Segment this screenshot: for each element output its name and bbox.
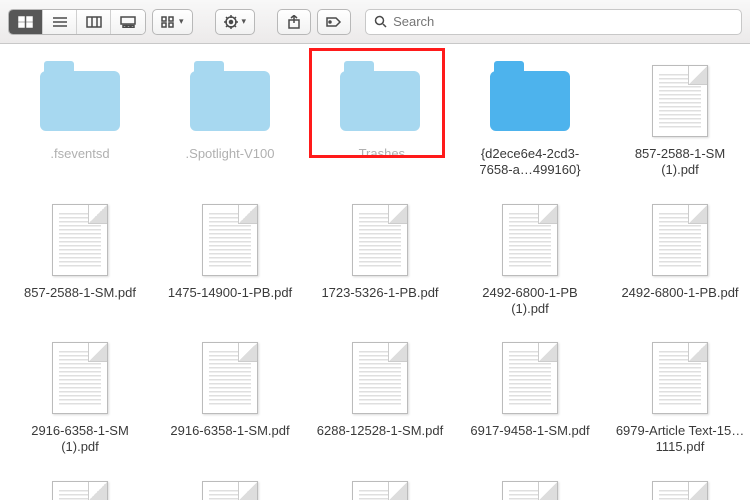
tags-button[interactable] — [317, 9, 351, 35]
document-icon — [52, 342, 108, 414]
file-item[interactable]: 6979-Article Text-15…1115.pdf — [610, 339, 750, 456]
file-label: 1723-5326-1-PB.pdf — [321, 285, 438, 301]
file-item[interactable]: 857-2588-1-SM (1).pdf — [610, 62, 750, 179]
view-list-button[interactable] — [43, 10, 77, 34]
folder-icon — [340, 71, 420, 131]
document-icon — [652, 481, 708, 500]
file-label: {d2ece6e4-2cd3-7658-a…499160} — [465, 146, 595, 179]
file-item[interactable] — [610, 478, 750, 500]
file-item[interactable]: .Trashes — [310, 62, 450, 179]
document-icon — [652, 342, 708, 414]
document-icon — [652, 204, 708, 276]
file-label: 2916-6358-1-SM (1).pdf — [15, 423, 145, 456]
folder-icon — [490, 71, 570, 131]
chevron-down-icon: ▾ — [242, 16, 247, 27]
file-item[interactable]: {d2ece6e4-2cd3-7658-a…499160} — [460, 62, 600, 179]
action-menu-button[interactable]: ▾ — [215, 9, 256, 35]
file-label: 2916-6358-1-SM.pdf — [170, 423, 289, 439]
toolbar: ▾ ▾ — [0, 0, 750, 44]
document-icon — [502, 481, 558, 500]
file-label: 6979-Article Text-15…1115.pdf — [615, 423, 745, 456]
file-label: .Spotlight-V100 — [186, 146, 275, 162]
file-label: 6917-9458-1-SM.pdf — [470, 423, 589, 439]
search-field-wrap — [365, 9, 742, 35]
file-item[interactable]: 2492-6800-1-PB (1).pdf — [460, 201, 600, 318]
file-item[interactable] — [310, 478, 450, 500]
search-input[interactable] — [393, 14, 733, 29]
document-icon — [352, 481, 408, 500]
file-item[interactable] — [460, 478, 600, 500]
file-item[interactable]: 2492-6800-1-PB.pdf — [610, 201, 750, 318]
view-mode-group — [8, 9, 146, 35]
file-item[interactable]: 6288-12528-1-SM.pdf — [310, 339, 450, 456]
folder-icon — [40, 71, 120, 131]
file-item[interactable]: .fseventsd — [10, 62, 150, 179]
document-icon — [202, 204, 258, 276]
file-item[interactable]: 1723-5326-1-PB.pdf — [310, 201, 450, 318]
file-label: 6288-12528-1-SM.pdf — [317, 423, 443, 439]
document-icon — [502, 204, 558, 276]
document-icon — [352, 204, 408, 276]
view-icon-button[interactable] — [9, 10, 43, 34]
file-item[interactable] — [10, 478, 150, 500]
document-icon — [202, 342, 258, 414]
file-item[interactable]: 1475-14900-1-PB.pdf — [160, 201, 300, 318]
file-label: 1475-14900-1-PB.pdf — [168, 285, 292, 301]
file-item[interactable]: 857-2588-1-SM.pdf — [10, 201, 150, 318]
file-item[interactable]: 6917-9458-1-SM.pdf — [460, 339, 600, 456]
file-browser-content[interactable]: .fseventsd .Spotlight-V100 .Trashes {d2ece6… — [0, 44, 750, 500]
document-icon — [352, 342, 408, 414]
file-label: .Trashes — [355, 146, 405, 162]
file-item[interactable] — [160, 478, 300, 500]
file-label: 2492-6800-1-PB.pdf — [621, 285, 738, 301]
search-icon — [374, 15, 387, 28]
file-label: 2492-6800-1-PB (1).pdf — [465, 285, 595, 318]
document-icon — [52, 481, 108, 500]
file-item[interactable]: 2916-6358-1-SM (1).pdf — [10, 339, 150, 456]
view-columns-button[interactable] — [77, 10, 111, 34]
chevron-down-icon: ▾ — [179, 16, 184, 27]
file-label: 857-2588-1-SM.pdf — [24, 285, 136, 301]
file-item[interactable]: .Spotlight-V100 — [160, 62, 300, 179]
group-by-button[interactable]: ▾ — [152, 9, 193, 35]
folder-icon — [190, 71, 270, 131]
file-grid: .fseventsd .Spotlight-V100 .Trashes {d2ece6… — [10, 62, 740, 500]
file-label: 857-2588-1-SM (1).pdf — [615, 146, 745, 179]
document-icon — [202, 481, 258, 500]
view-gallery-button[interactable] — [111, 10, 145, 34]
document-icon — [502, 342, 558, 414]
document-icon — [52, 204, 108, 276]
document-icon — [652, 65, 708, 137]
search-field[interactable] — [365, 9, 742, 35]
file-item[interactable]: 2916-6358-1-SM.pdf — [160, 339, 300, 456]
share-button[interactable] — [277, 9, 311, 35]
file-label: .fseventsd — [50, 146, 109, 162]
